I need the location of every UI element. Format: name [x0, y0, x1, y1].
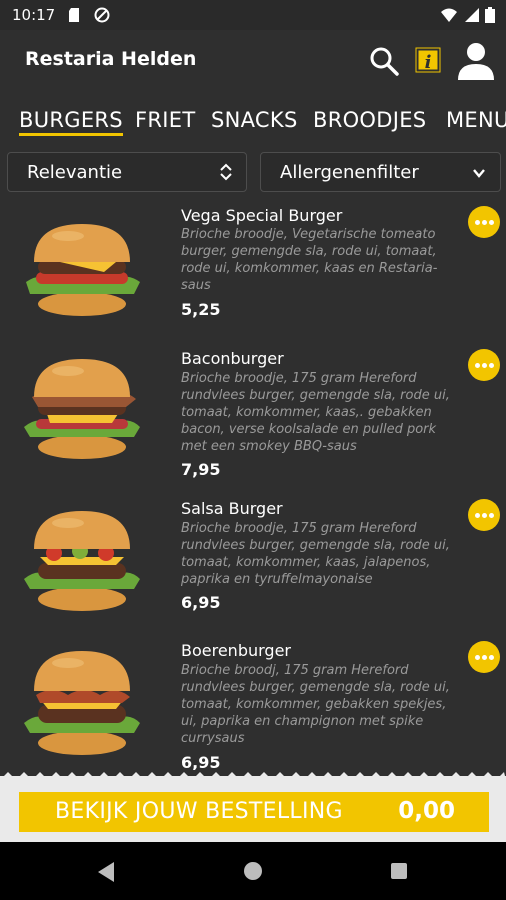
more-options-button[interactable] [468, 499, 500, 531]
tab-friet[interactable]: FRIET [135, 108, 195, 132]
baconburger-image [24, 359, 140, 459]
user-icon[interactable] [456, 40, 496, 80]
product-price: 7,95 [181, 460, 221, 479]
view-order-label: BEKIJK JOUW BESTELLING [55, 799, 343, 824]
product-list: Vega Special Burger Brioche broodje, Veg… [0, 200, 506, 770]
battery-icon [485, 7, 495, 23]
chevron-down-icon [473, 169, 485, 178]
order-footer: BEKIJK JOUW BESTELLING 0,00 [0, 776, 506, 842]
status-time: 10:17 [12, 6, 56, 24]
salsa-burger-image [24, 511, 140, 611]
home-icon[interactable] [243, 861, 263, 881]
product-price: 5,25 [181, 300, 221, 319]
product-name: Salsa Burger [181, 499, 283, 518]
info-icon[interactable]: i [413, 45, 443, 75]
allergen-filter-select[interactable]: Allergenenfilter [260, 152, 501, 192]
product-item[interactable]: Baconburger Brioche broodje, 175 gram He… [0, 343, 506, 493]
tab-snacks[interactable]: SNACKS [211, 108, 298, 132]
view-order-button[interactable]: BEKIJK JOUW BESTELLING 0,00 [19, 792, 489, 832]
sync-icon [94, 7, 110, 23]
vega-burger-image [26, 224, 140, 316]
tab-broodjes[interactable]: BROODJES [313, 108, 426, 132]
signal-icon [465, 8, 479, 22]
restaurant-title: Restaria Helden [25, 48, 197, 70]
product-description: Brioche broodje, Vegetarische tomeato bu… [181, 227, 438, 293]
product-description: Brioche broodje, 175 gram Hereford rundv… [181, 371, 450, 454]
more-options-button[interactable] [468, 349, 500, 381]
boerenburger-image [24, 651, 140, 755]
product-description: Brioche broodje, 175 gram Hereford rundv… [181, 521, 450, 587]
sort-arrows-icon [220, 163, 232, 181]
app-header: Restaria Helden i [0, 30, 506, 94]
more-options-button[interactable] [468, 641, 500, 673]
status-bar: 10:17 [0, 0, 506, 30]
tab-burgers[interactable]: BURGERS [19, 108, 123, 136]
back-icon[interactable] [96, 861, 116, 883]
product-item[interactable]: Salsa Burger Brioche broodje, 175 gram H… [0, 493, 506, 633]
allergen-filter-label: Allergenenfilter [280, 162, 419, 183]
product-name: Baconburger [181, 349, 284, 368]
recents-icon[interactable] [390, 862, 408, 880]
category-tabs: BURGERS FRIET SNACKS BROODJES MENU [0, 100, 506, 144]
search-icon[interactable] [369, 46, 399, 76]
product-name: Boerenburger [181, 641, 291, 660]
more-options-button[interactable] [468, 206, 500, 238]
product-description: Brioche broodj, 175 gram Hereford rundvl… [181, 663, 450, 746]
svg-text:i: i [425, 52, 432, 73]
product-item[interactable]: Vega Special Burger Brioche broodje, Veg… [0, 200, 506, 340]
product-name: Vega Special Burger [181, 206, 343, 225]
product-price: 6,95 [181, 593, 221, 612]
order-total: 0,00 [398, 798, 455, 824]
sort-select[interactable]: Relevantie [7, 152, 247, 192]
tab-menu[interactable]: MENU [446, 108, 506, 132]
sort-select-label: Relevantie [27, 162, 123, 183]
sd-card-icon [69, 8, 79, 22]
system-nav-bar [0, 842, 506, 900]
product-item[interactable]: Boerenburger Brioche broodj, 175 gram He… [0, 635, 506, 770]
wifi-icon [441, 8, 457, 22]
